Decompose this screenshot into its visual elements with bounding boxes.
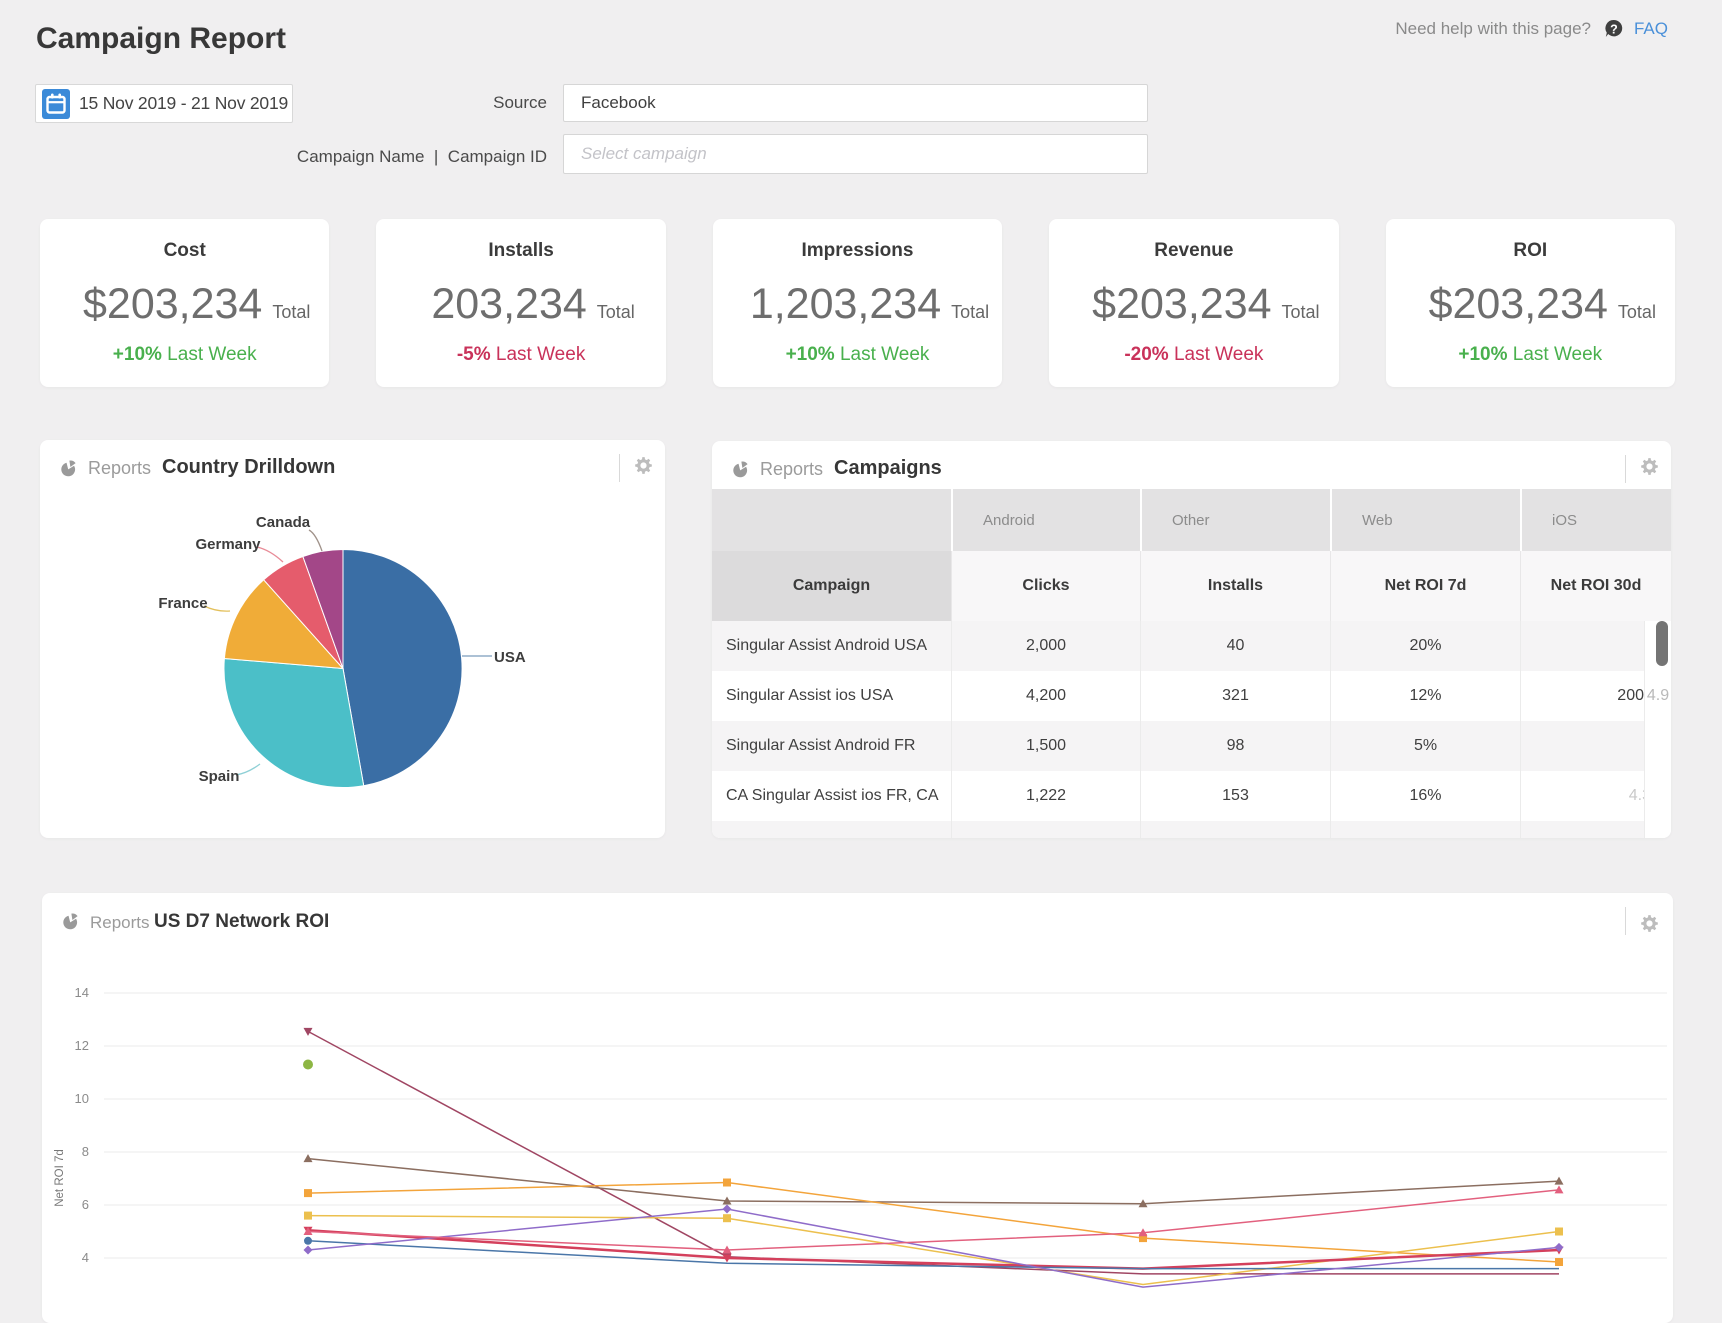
svg-text:Canada: Canada — [256, 514, 311, 531]
svg-text:6: 6 — [82, 1197, 89, 1212]
svg-text:10: 10 — [75, 1091, 89, 1106]
svg-text:Spain: Spain — [199, 768, 240, 785]
svg-text:4: 4 — [82, 1250, 89, 1265]
svg-text:8: 8 — [82, 1144, 89, 1159]
svg-text:France: France — [158, 595, 207, 612]
svg-text:12: 12 — [75, 1038, 89, 1053]
svg-text:?: ? — [1610, 23, 1618, 37]
svg-text:Germany: Germany — [195, 536, 261, 553]
svg-text:14: 14 — [75, 985, 89, 1000]
svg-text:USA: USA — [494, 649, 526, 666]
